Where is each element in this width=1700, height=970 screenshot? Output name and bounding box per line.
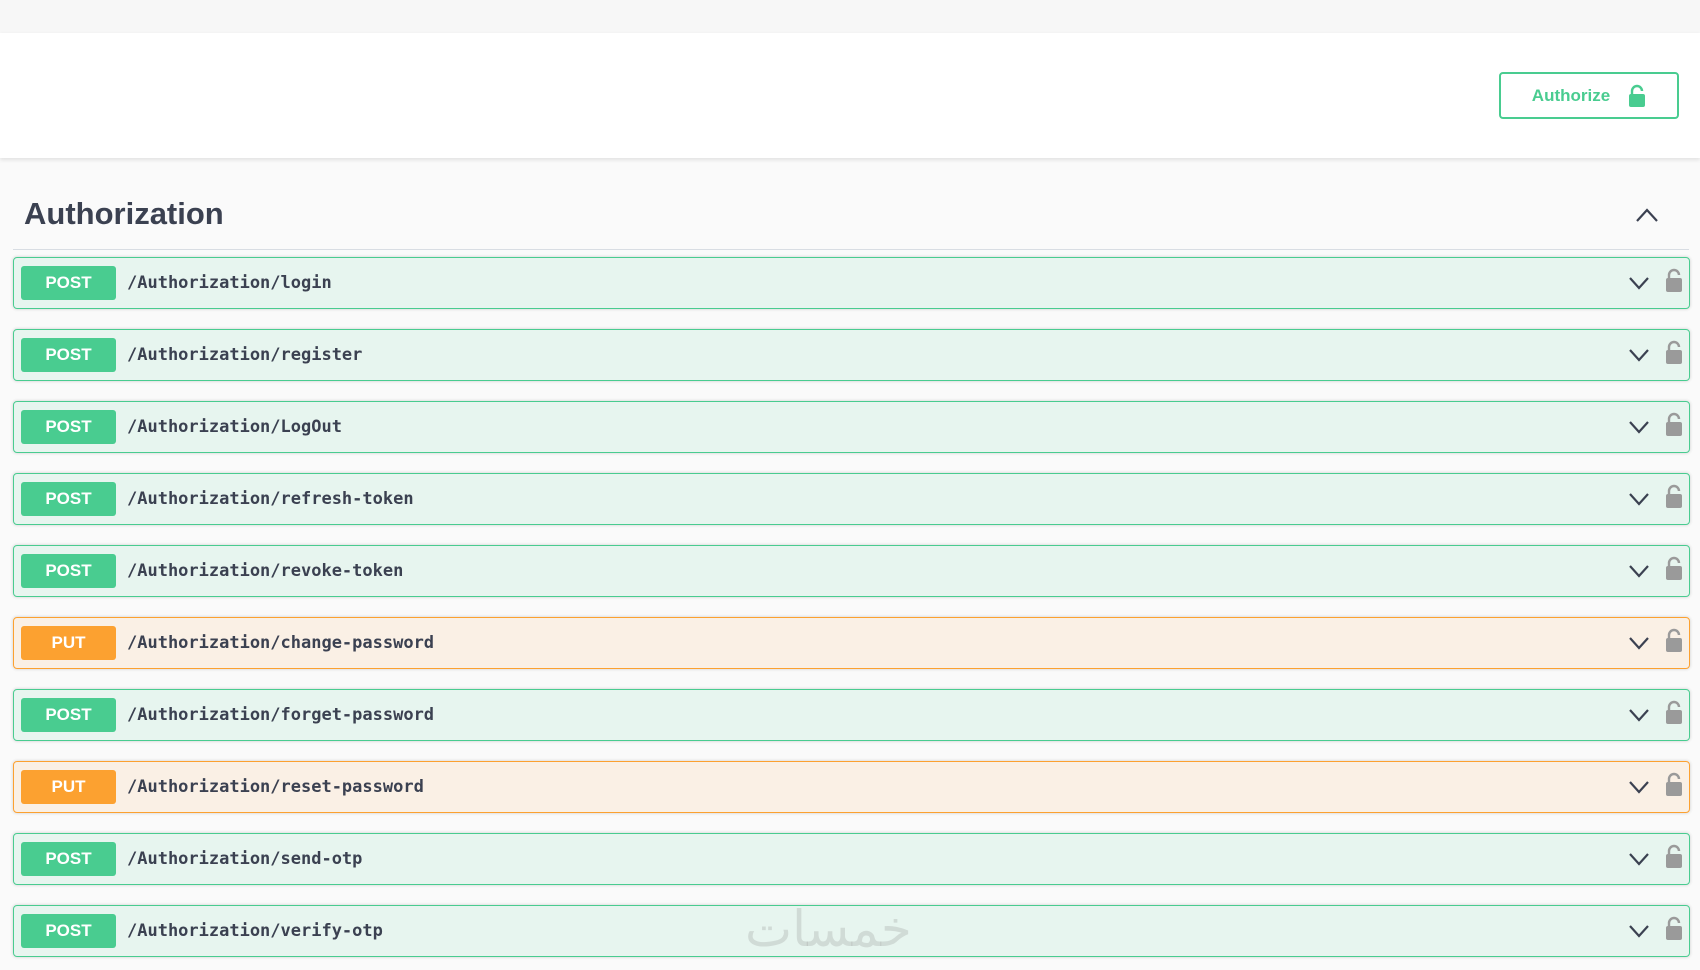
chevron-down-icon[interactable] xyxy=(1627,561,1651,581)
chevron-down-icon[interactable] xyxy=(1627,921,1651,941)
top-band xyxy=(0,0,1700,33)
lock-icon[interactable] xyxy=(1664,482,1684,510)
method-badge: POST xyxy=(21,698,116,732)
chevron-down-icon[interactable] xyxy=(1627,273,1651,293)
chevron-down-icon[interactable] xyxy=(1627,417,1651,437)
authorize-button[interactable]: Authorize xyxy=(1499,72,1679,119)
method-badge: PUT xyxy=(21,770,116,804)
lock-icon[interactable] xyxy=(1664,770,1684,798)
lock-icon[interactable] xyxy=(1664,698,1684,726)
chevron-down-icon[interactable] xyxy=(1627,705,1651,725)
operation-row[interactable]: POST/Authorization/LogOut xyxy=(13,401,1690,453)
method-badge: PUT xyxy=(21,626,116,660)
chevron-down-icon[interactable] xyxy=(1627,345,1651,365)
operation-row[interactable]: POST/Authorization/login xyxy=(13,257,1690,309)
operation-row[interactable]: POST/Authorization/forget-password xyxy=(13,689,1690,741)
chevron-down-icon[interactable] xyxy=(1627,633,1651,653)
chevron-down-icon[interactable] xyxy=(1627,777,1651,797)
endpoint-path: /Authorization/revoke-token xyxy=(127,561,404,581)
method-badge: POST xyxy=(21,482,116,516)
endpoint-path: /Authorization/change-password xyxy=(127,633,435,653)
method-badge: POST xyxy=(21,338,116,372)
operations-list: POST/Authorization/login POST/Authorizati… xyxy=(13,257,1690,970)
endpoint-path: /Authorization/send-otp xyxy=(127,849,363,869)
endpoint-path: /Authorization/login xyxy=(127,273,332,293)
header-bar xyxy=(0,33,1700,158)
lock-icon[interactable] xyxy=(1664,914,1684,942)
endpoint-path: /Authorization/register xyxy=(127,345,363,365)
authorize-label: Authorize xyxy=(1531,85,1611,105)
operation-row[interactable]: POST/Authorization/revoke-token xyxy=(13,545,1690,597)
chevron-down-icon[interactable] xyxy=(1627,849,1651,869)
section-title: Authorization xyxy=(24,196,224,231)
lock-icon[interactable] xyxy=(1664,338,1684,366)
section-divider xyxy=(13,249,1689,250)
lock-open-icon xyxy=(1629,84,1646,107)
lock-icon[interactable] xyxy=(1664,410,1684,438)
operation-row[interactable]: POST/Authorization/register xyxy=(13,329,1690,381)
operation-row[interactable]: PUT/Authorization/change-password xyxy=(13,617,1690,669)
endpoint-path: /Authorization/LogOut xyxy=(127,417,342,437)
operation-row[interactable]: POST/Authorization/refresh-token xyxy=(13,473,1690,525)
lock-icon[interactable] xyxy=(1664,626,1684,654)
endpoint-path: /Authorization/reset-password xyxy=(127,777,424,797)
lock-icon[interactable] xyxy=(1664,842,1684,870)
method-badge: POST xyxy=(21,266,116,300)
method-badge: POST xyxy=(21,554,116,588)
method-badge: POST xyxy=(21,842,116,876)
operation-row[interactable]: POST/Authorization/verify-otp xyxy=(13,905,1690,957)
operation-row[interactable]: POST/Authorization/send-otp xyxy=(13,833,1690,885)
endpoint-path: /Authorization/verify-otp xyxy=(127,921,383,941)
chevron-up-icon[interactable] xyxy=(1634,204,1660,226)
endpoint-path: /Authorization/forget-password xyxy=(127,705,435,725)
method-badge: POST xyxy=(21,410,116,444)
chevron-down-icon[interactable] xyxy=(1627,489,1651,509)
lock-icon[interactable] xyxy=(1664,554,1684,582)
method-badge: POST xyxy=(21,914,116,948)
lock-icon[interactable] xyxy=(1664,266,1684,294)
operation-row[interactable]: PUT/Authorization/reset-password xyxy=(13,761,1690,813)
endpoint-path: /Authorization/refresh-token xyxy=(127,489,414,509)
